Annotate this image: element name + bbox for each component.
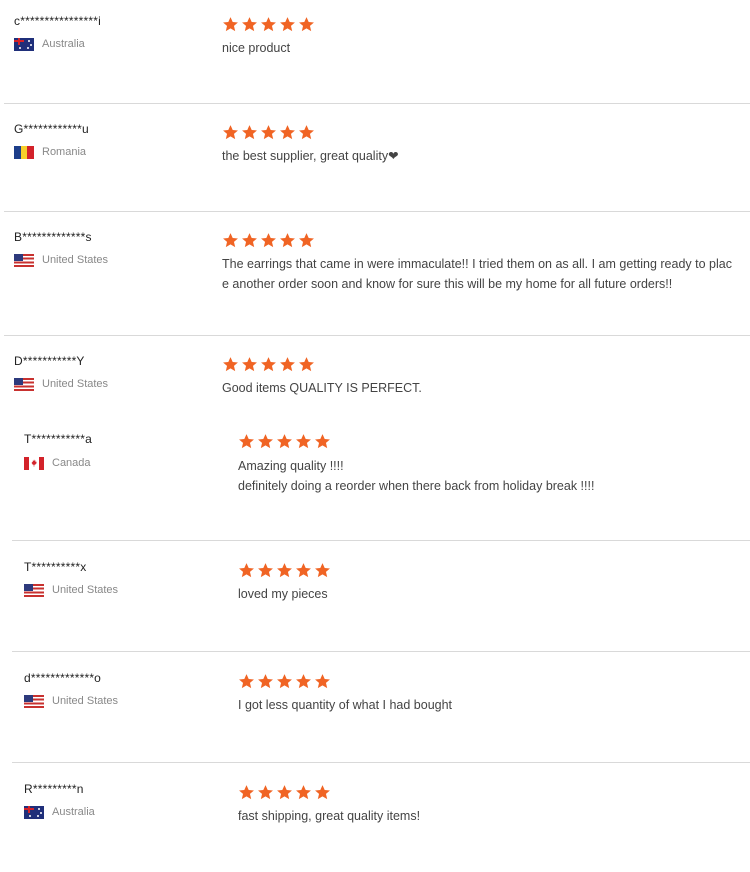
star-icon bbox=[277, 434, 292, 449]
review-text: loved my pieces bbox=[238, 587, 328, 601]
review-text: The earrings that came in were immaculat… bbox=[222, 257, 732, 291]
country-name: Australia bbox=[52, 806, 95, 818]
review-divider bbox=[12, 762, 750, 763]
australia-flag-icon bbox=[14, 37, 34, 51]
star-icon bbox=[261, 357, 276, 372]
star-icon bbox=[315, 434, 330, 449]
star-icon bbox=[223, 233, 238, 248]
canada-flag-icon bbox=[24, 456, 44, 470]
review-text: I got less quantity of what I had bought bbox=[238, 698, 453, 712]
star-icon bbox=[280, 233, 295, 248]
country-name: United States bbox=[52, 584, 119, 596]
star-icon bbox=[242, 233, 257, 248]
star-icon bbox=[277, 563, 292, 578]
reviewer-name: B*************s bbox=[14, 230, 92, 244]
review-text: Amazing quality !!!! definitely doing a … bbox=[238, 459, 595, 493]
review-divider bbox=[12, 540, 750, 541]
star-icon bbox=[277, 674, 292, 689]
reviewer-name: T***********a bbox=[24, 432, 92, 446]
star-icon bbox=[239, 563, 254, 578]
star-icon bbox=[280, 125, 295, 140]
reviewer-country: United States bbox=[24, 694, 118, 708]
star-icon bbox=[280, 17, 295, 32]
star-icon bbox=[315, 785, 330, 800]
us-flag-icon bbox=[14, 253, 34, 267]
star-icon bbox=[299, 125, 314, 140]
country-name: Romania bbox=[42, 146, 87, 158]
star-rating bbox=[222, 356, 315, 373]
reviewer-name: d*************o bbox=[24, 671, 102, 685]
star-icon bbox=[280, 357, 295, 372]
star-icon bbox=[315, 674, 330, 689]
reviewer-country: United States bbox=[14, 253, 108, 267]
review-text: Good items QUALITY IS PERFECT. bbox=[222, 381, 422, 395]
star-icon bbox=[258, 785, 273, 800]
star-icon bbox=[242, 125, 257, 140]
romania-flag-icon bbox=[14, 145, 34, 159]
star-icon bbox=[258, 563, 273, 578]
reviewer-name: R*********n bbox=[24, 782, 84, 796]
star-icon bbox=[299, 233, 314, 248]
star-icon bbox=[239, 674, 254, 689]
star-rating bbox=[238, 784, 331, 801]
star-icon bbox=[296, 674, 311, 689]
us-flag-icon bbox=[24, 694, 44, 708]
star-rating bbox=[238, 433, 331, 450]
us-flag-icon bbox=[14, 377, 34, 391]
reviewer-country: Australia bbox=[24, 805, 95, 819]
star-icon bbox=[223, 17, 238, 32]
reviewer-name: T**********x bbox=[24, 560, 87, 574]
star-rating bbox=[222, 124, 315, 141]
review-divider bbox=[4, 335, 750, 336]
australia-flag-icon bbox=[24, 805, 44, 819]
star-icon bbox=[239, 434, 254, 449]
reviewer-country: Canada bbox=[24, 456, 91, 470]
star-icon bbox=[299, 17, 314, 32]
star-icon bbox=[223, 357, 238, 372]
star-icon bbox=[242, 357, 257, 372]
star-icon bbox=[277, 785, 292, 800]
star-icon bbox=[242, 17, 257, 32]
star-icon bbox=[258, 674, 273, 689]
reviewer-country: Romania bbox=[14, 145, 86, 159]
star-icon bbox=[296, 434, 311, 449]
star-rating bbox=[238, 562, 331, 579]
review-divider bbox=[4, 103, 750, 104]
review-text: the best supplier, great quality❤ bbox=[222, 149, 399, 163]
star-icon bbox=[296, 563, 311, 578]
star-icon bbox=[315, 563, 330, 578]
us-flag-icon bbox=[24, 583, 44, 597]
star-rating bbox=[238, 673, 331, 690]
reviewer-name: G************u bbox=[14, 122, 89, 136]
star-icon bbox=[258, 434, 273, 449]
star-icon bbox=[261, 125, 276, 140]
country-name: United States bbox=[52, 695, 119, 707]
star-icon bbox=[261, 17, 276, 32]
reviewer-name: c****************i bbox=[14, 14, 101, 28]
review-text: nice product bbox=[222, 41, 291, 55]
star-icon bbox=[299, 357, 314, 372]
reviewer-country: United States bbox=[14, 377, 108, 391]
star-rating bbox=[222, 232, 315, 249]
star-rating bbox=[222, 16, 315, 33]
country-name: United States bbox=[42, 378, 109, 390]
country-name: United States bbox=[42, 254, 109, 266]
review-text: fast shipping, great quality items! bbox=[238, 809, 421, 823]
star-icon bbox=[239, 785, 254, 800]
star-icon bbox=[296, 785, 311, 800]
review-divider bbox=[4, 211, 750, 212]
star-icon bbox=[223, 125, 238, 140]
reviewer-name: D***********Y bbox=[14, 354, 85, 368]
country-name: Australia bbox=[42, 38, 85, 50]
review-divider bbox=[12, 651, 750, 652]
reviewer-country: United States bbox=[24, 583, 118, 597]
country-name: Canada bbox=[52, 457, 91, 469]
reviewer-country: Australia bbox=[14, 37, 85, 51]
star-icon bbox=[261, 233, 276, 248]
